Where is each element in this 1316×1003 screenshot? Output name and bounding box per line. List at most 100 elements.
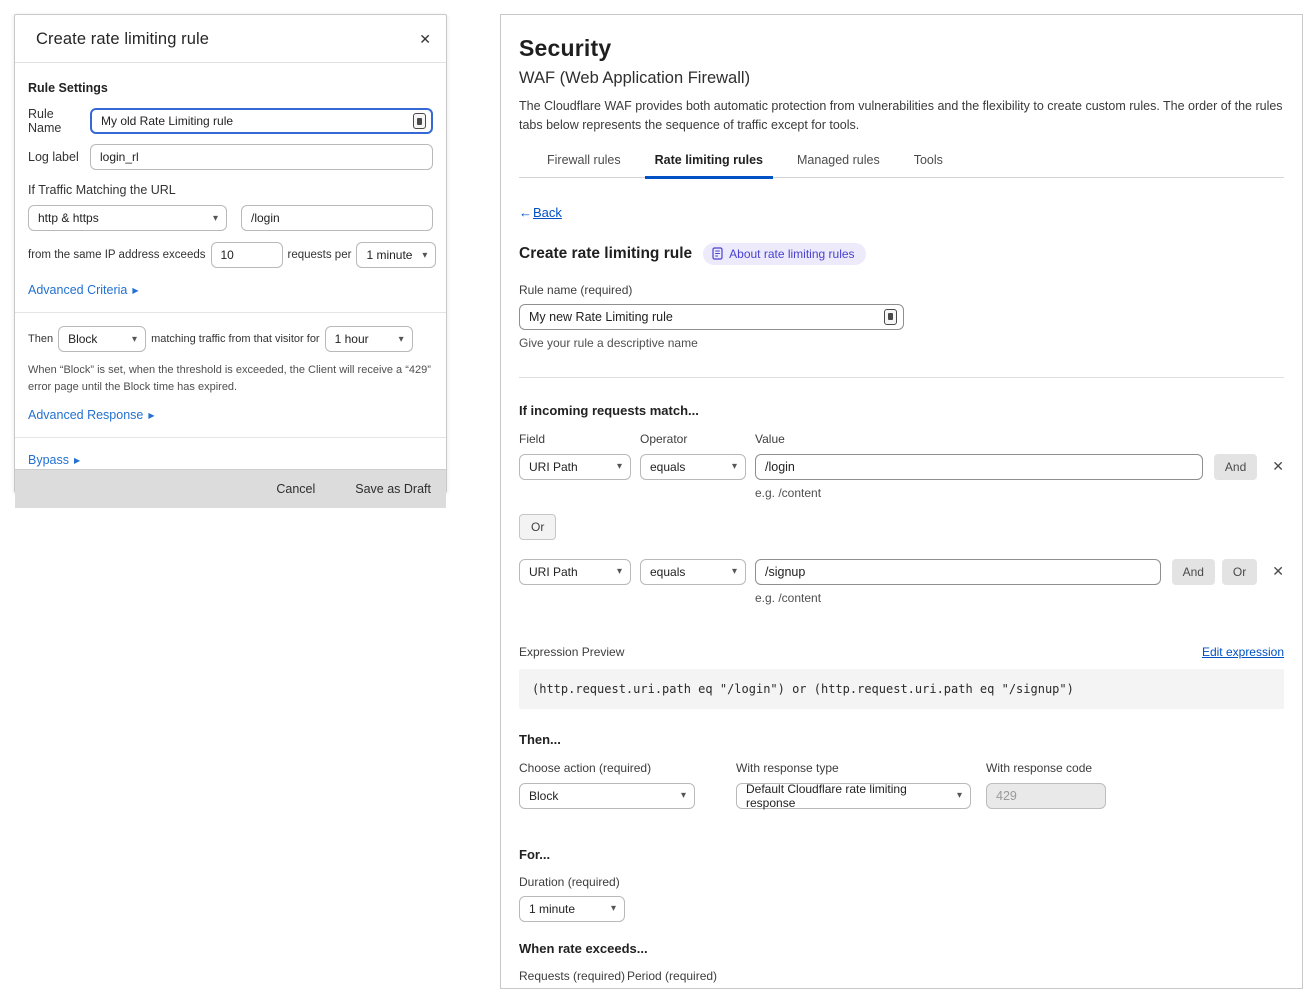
field-select[interactable]: URI Path ▾ [519, 454, 631, 480]
url-input[interactable] [241, 205, 433, 231]
autofill-icon[interactable] [884, 309, 897, 325]
about-rate-limiting-badge[interactable]: About rate limiting rules [703, 243, 865, 265]
then-label: Then [28, 333, 53, 345]
and-button[interactable]: And [1214, 454, 1257, 480]
choose-action-value: Block [529, 789, 558, 803]
cancel-button[interactable]: Cancel [276, 482, 315, 496]
bypass-link[interactable]: Bypass ▶ [28, 453, 80, 467]
operator-select[interactable]: equals ▾ [640, 454, 746, 480]
for-heading: For... [519, 847, 1284, 862]
save-as-draft-button[interactable]: Save as Draft [355, 482, 431, 496]
response-type-select[interactable]: Default Cloudflare rate limiting respons… [736, 783, 971, 809]
action-select[interactable]: Block ▾ [58, 326, 146, 352]
chevron-down-icon: ▾ [399, 334, 404, 345]
form-title: Create rate limiting rule [519, 245, 692, 263]
document-icon [712, 247, 723, 260]
then-heading: Then... [519, 732, 1284, 747]
value-input[interactable] [755, 454, 1203, 480]
dialog-footer: Cancel Save as Draft [15, 469, 446, 508]
chevron-down-icon: ▾ [732, 566, 737, 577]
duration-label: Duration (required) [519, 875, 1284, 889]
rule-name-input[interactable] [90, 108, 433, 134]
advanced-criteria-link[interactable]: Advanced Criteria ▶ [28, 283, 139, 297]
log-label-input[interactable] [90, 144, 433, 170]
value-hint: e.g. /content [755, 591, 1284, 605]
page-description: The Cloudflare WAF provides both automat… [519, 97, 1285, 136]
back-arrow-icon: ← [519, 205, 532, 220]
chevron-down-icon: ▾ [617, 461, 622, 472]
create-rate-limiting-rule-dialog: Create rate limiting rule ✕ Rule Setting… [14, 14, 447, 493]
match-heading: If incoming requests match... [519, 403, 1284, 418]
tab-rate-limiting-rules[interactable]: Rate limiting rules [645, 153, 773, 177]
scheme-select-value: http & https [38, 211, 99, 225]
autofill-icon[interactable] [413, 113, 426, 129]
tab-firewall-rules[interactable]: Firewall rules [537, 153, 631, 177]
advanced-response-link[interactable]: Advanced Response ▶ [28, 408, 155, 422]
or-button[interactable]: Or [1222, 559, 1257, 585]
page-subtitle: WAF (Web Application Firewall) [519, 69, 1284, 88]
divider [15, 437, 446, 438]
response-type-value: Default Cloudflare rate limiting respons… [746, 782, 951, 810]
or-connector-button[interactable]: Or [519, 514, 556, 540]
response-code-label: With response code [986, 761, 1092, 775]
threshold-input[interactable] [211, 242, 283, 268]
chevron-down-icon: ▾ [422, 250, 427, 261]
scheme-select[interactable]: http & https ▾ [28, 205, 227, 231]
operator-select-value: equals [650, 460, 685, 474]
field-select[interactable]: URI Path ▾ [519, 559, 631, 585]
tab-managed-rules[interactable]: Managed rules [787, 153, 890, 177]
close-icon[interactable]: ✕ [417, 30, 433, 48]
page-title: Security [519, 35, 1284, 62]
dialog-title: Create rate limiting rule [36, 30, 209, 49]
action-select-value: Block [68, 332, 97, 346]
chevron-down-icon: ▾ [611, 903, 616, 914]
remove-condition-icon[interactable]: ✕ [1272, 458, 1284, 475]
chevron-down-icon: ▾ [617, 566, 622, 577]
choose-action-select[interactable]: Block ▾ [519, 783, 695, 809]
tab-tools[interactable]: Tools [904, 153, 953, 177]
value-input[interactable] [755, 559, 1161, 585]
chevron-down-icon: ▾ [213, 213, 218, 224]
expression-preview-label: Expression Preview [519, 645, 624, 659]
chevron-down-icon: ▾ [957, 790, 962, 801]
rate-heading: When rate exceeds... [519, 941, 1284, 956]
value-column-label: Value [755, 432, 785, 446]
divider [15, 312, 446, 313]
then-middle-label: matching traffic from that visitor for [151, 333, 320, 345]
requests-label: Requests (required) [519, 969, 627, 983]
and-button[interactable]: And [1172, 559, 1215, 585]
response-type-label: With response type [736, 761, 986, 775]
expression-preview: (http.request.uri.path eq "/login") or (… [519, 669, 1284, 709]
block-duration-value: 1 hour [335, 332, 369, 346]
threshold-prefix-label: from the same IP address exceeds [28, 249, 206, 261]
field-select-value: URI Path [529, 565, 578, 579]
edit-expression-link[interactable]: Edit expression [1202, 645, 1284, 659]
log-label-label: Log label [28, 150, 90, 164]
chevron-down-icon: ▾ [681, 790, 686, 801]
chevron-down-icon: ▾ [732, 461, 737, 472]
threshold-middle-label: requests per [288, 249, 352, 261]
triangle-right-icon: ▶ [132, 286, 138, 295]
rule-name-label: Rule name (required) [519, 283, 1284, 297]
traffic-match-label: If Traffic Matching the URL [28, 183, 433, 197]
value-hint: e.g. /content [755, 486, 1284, 500]
dialog-body: Rule Settings Rule Name Log label If Tra… [15, 63, 446, 469]
remove-condition-icon[interactable]: ✕ [1272, 563, 1284, 580]
back-link[interactable]: ← Back [519, 205, 562, 220]
triangle-right-icon: ▶ [148, 411, 154, 420]
period-label: Period (required) [627, 969, 717, 983]
condition-row: URI Path ▾ equals ▾ And ✕ [519, 454, 1284, 480]
duration-select[interactable]: 1 minute ▾ [519, 896, 625, 922]
block-duration-select[interactable]: 1 hour ▾ [325, 326, 413, 352]
duration-value: 1 minute [529, 902, 575, 916]
operator-select-value: equals [650, 565, 685, 579]
threshold-period-select[interactable]: 1 minute ▾ [356, 242, 436, 268]
rule-name-input[interactable] [519, 304, 904, 330]
triangle-right-icon: ▶ [74, 456, 80, 465]
choose-action-label: Choose action (required) [519, 761, 736, 775]
operator-select[interactable]: equals ▾ [640, 559, 746, 585]
rule-name-hint: Give your rule a descriptive name [519, 336, 1284, 350]
operator-column-label: Operator [640, 432, 755, 446]
field-select-value: URI Path [529, 460, 578, 474]
divider [519, 377, 1284, 378]
